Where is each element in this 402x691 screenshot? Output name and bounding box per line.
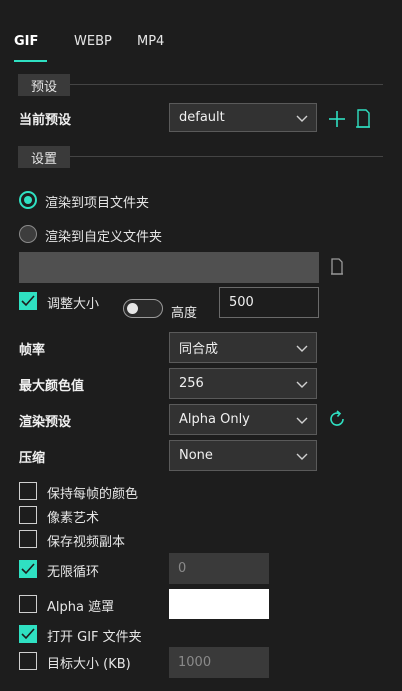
- compression-label: 压缩: [19, 451, 46, 466]
- render-to-custom-radio[interactable]: [19, 225, 37, 243]
- render-preset-value: Alpha Only: [179, 412, 250, 427]
- tab-mp4[interactable]: MP4: [137, 34, 164, 49]
- chevron-down-icon: [296, 115, 308, 122]
- render-to-custom-label: 渲染到自定义文件夹: [45, 230, 163, 245]
- checkmark-icon: [21, 295, 35, 307]
- target-size-input[interactable]: 1000: [169, 647, 269, 678]
- open-gif-folder-label: 打开 GIF 文件夹: [47, 630, 142, 645]
- toggle-knob: [127, 303, 138, 314]
- target-size-checkbox[interactable]: [19, 652, 37, 670]
- target-size-label: 目标大小 (KB): [47, 657, 131, 672]
- chevron-down-icon: [296, 381, 308, 388]
- plus-icon[interactable]: [328, 110, 346, 128]
- folder-icon[interactable]: [330, 258, 344, 276]
- chevron-down-icon: [296, 417, 308, 424]
- pixel-art-checkbox[interactable]: [19, 506, 37, 524]
- resize-label: 调整大小: [47, 297, 100, 312]
- pixel-art-label: 像素艺术: [47, 511, 100, 526]
- presets-divider: [70, 84, 383, 85]
- max-colors-label: 最大颜色值: [19, 379, 85, 394]
- resize-checkbox[interactable]: [19, 292, 37, 310]
- checkmark-icon: [21, 563, 35, 575]
- keep-frame-colors-checkbox[interactable]: [19, 482, 37, 500]
- infinite-loop-label: 无限循环: [47, 565, 100, 580]
- resize-aspect-toggle[interactable]: [123, 299, 163, 318]
- chevron-down-icon: [296, 453, 308, 460]
- tab-webp[interactable]: WEBP: [74, 34, 112, 49]
- alpha-matte-color-swatch[interactable]: [169, 589, 269, 619]
- current-preset-select[interactable]: default: [169, 103, 317, 132]
- presets-section-title: 预设: [18, 74, 70, 96]
- active-tab-indicator: [14, 60, 47, 62]
- checkmark-icon: [21, 628, 35, 640]
- keep-frame-colors-label: 保持每帧的颜色: [47, 487, 139, 502]
- settings-divider: [70, 156, 383, 157]
- settings-section-title: 设置: [18, 146, 70, 168]
- refresh-icon[interactable]: [327, 409, 347, 429]
- render-to-project-radio[interactable]: [19, 191, 37, 209]
- framerate-label: 帧率: [19, 343, 46, 358]
- current-preset-label: 当前预设: [19, 113, 72, 128]
- compression-select[interactable]: None: [169, 440, 317, 471]
- height-label: 高度: [171, 306, 198, 321]
- alpha-matte-checkbox[interactable]: [19, 595, 37, 613]
- alpha-matte-label: Alpha 遮罩: [47, 600, 115, 615]
- custom-folder-path-input[interactable]: [19, 252, 319, 283]
- save-video-copy-label: 保存视频副本: [47, 535, 126, 550]
- loop-count-input[interactable]: 0: [169, 553, 269, 584]
- current-preset-value: default: [179, 110, 225, 125]
- chevron-down-icon: [296, 345, 308, 352]
- max-colors-value: 256: [179, 376, 204, 391]
- document-icon[interactable]: [355, 109, 371, 129]
- render-preset-label: 渲染预设: [19, 415, 72, 430]
- tab-gif[interactable]: GIF: [14, 34, 38, 49]
- framerate-value: 同合成: [179, 342, 219, 357]
- compression-value: None: [179, 448, 213, 463]
- height-input[interactable]: 500: [219, 287, 319, 318]
- render-to-project-label: 渲染到项目文件夹: [45, 196, 150, 211]
- max-colors-select[interactable]: 256: [169, 368, 317, 399]
- infinite-loop-checkbox[interactable]: [19, 560, 37, 578]
- framerate-select[interactable]: 同合成: [169, 332, 317, 363]
- open-gif-folder-checkbox[interactable]: [19, 625, 37, 643]
- render-preset-select[interactable]: Alpha Only: [169, 404, 317, 435]
- save-video-copy-checkbox[interactable]: [19, 530, 37, 548]
